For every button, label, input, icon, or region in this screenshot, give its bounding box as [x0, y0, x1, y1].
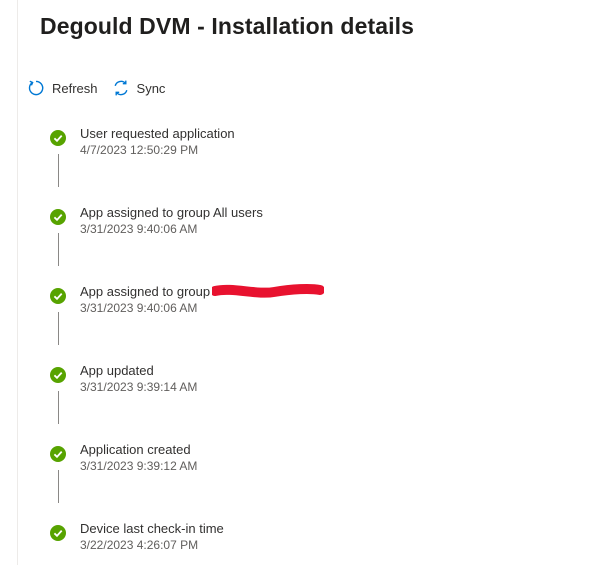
redaction-mark: [212, 283, 324, 298]
event-title: App assigned to group: [80, 284, 211, 299]
sync-icon: [112, 79, 130, 97]
refresh-label: Refresh: [52, 80, 98, 96]
timeline-connector: [58, 470, 59, 503]
timeline-event: User requested application 4/7/2023 12:5…: [0, 126, 560, 166]
timeline-event: App assigned to group All users 3/31/202…: [0, 205, 560, 245]
success-check-icon: [50, 209, 66, 225]
success-check-icon: [50, 446, 66, 462]
refresh-icon: [27, 79, 45, 97]
page-title: Degould DVM - Installation details: [40, 13, 414, 39]
event-timestamp: 3/31/2023 9:39:14 AM: [80, 380, 198, 394]
timeline-event: App updated 3/31/2023 9:39:14 AM: [0, 363, 560, 403]
event-title: App assigned to group All users: [80, 205, 263, 220]
event-timestamp: 4/7/2023 12:50:29 PM: [80, 143, 199, 157]
success-check-icon: [50, 130, 66, 146]
success-check-icon: [50, 288, 66, 304]
event-timestamp: 3/31/2023 9:40:06 AM: [80, 222, 198, 236]
event-title: User requested application: [80, 126, 235, 141]
toolbar: Refresh Sync: [27, 78, 179, 98]
timeline-event: Application created 3/31/2023 9:39:12 AM: [0, 442, 560, 482]
event-timestamp: 3/31/2023 9:39:12 AM: [80, 459, 198, 473]
event-timestamp: 3/31/2023 9:40:06 AM: [80, 301, 198, 315]
event-timestamp: 3/22/2023 4:26:07 PM: [80, 538, 199, 552]
timeline-event: Device last check-in time 3/22/2023 4:26…: [0, 521, 560, 561]
success-check-icon: [50, 367, 66, 383]
timeline-connector: [58, 312, 59, 345]
event-title: Application created: [80, 442, 191, 457]
success-check-icon: [50, 525, 66, 541]
sync-button[interactable]: Sync: [112, 79, 166, 97]
event-title: Device last check-in time: [80, 521, 224, 536]
timeline-connector: [58, 233, 59, 266]
event-title: App updated: [80, 363, 154, 378]
sync-label: Sync: [136, 80, 166, 96]
timeline-connector: [58, 154, 59, 187]
refresh-button[interactable]: Refresh: [27, 79, 98, 97]
timeline-connector: [58, 391, 59, 424]
